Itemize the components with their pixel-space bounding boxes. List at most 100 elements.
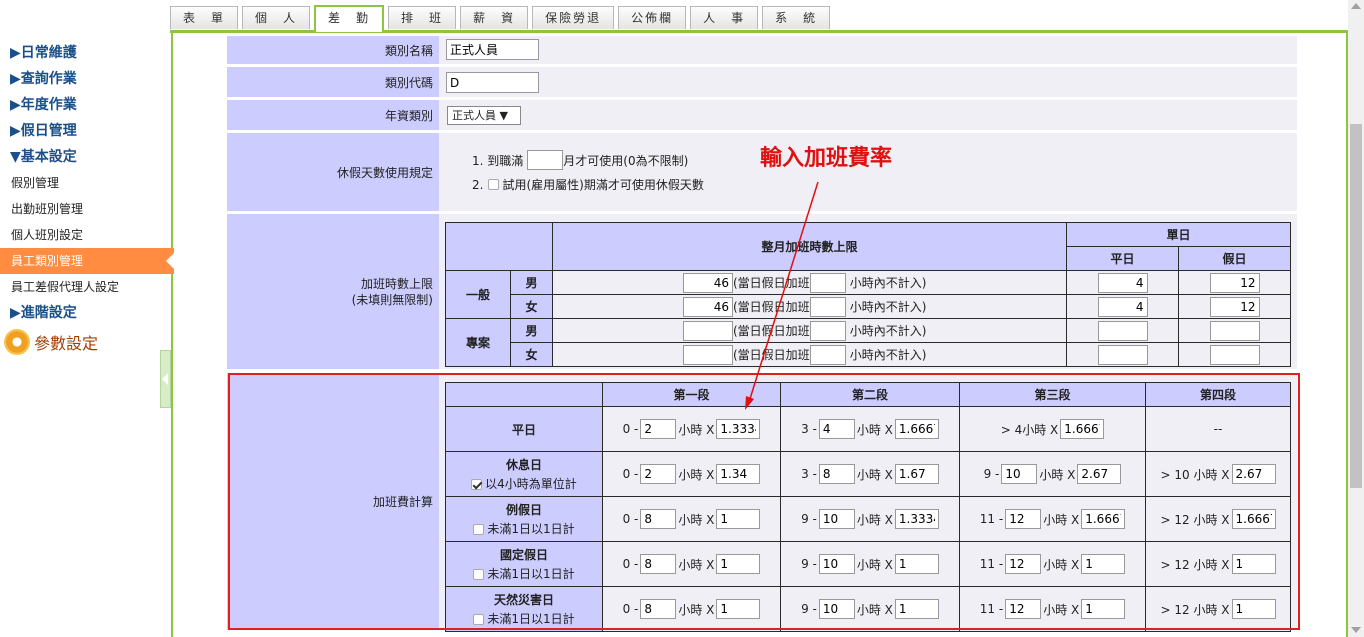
stage1-rate-input[interactable] (716, 509, 761, 529)
weekday-limit-input[interactable] (1097, 272, 1148, 293)
month-limit-input[interactable] (683, 344, 733, 365)
holiday-limit-input[interactable] (1209, 344, 1260, 365)
scrollbar-thumb[interactable] (1350, 124, 1362, 488)
tab-system[interactable]: 系 統 (762, 6, 831, 29)
nav-leave-types[interactable]: 假別管理 (0, 170, 172, 196)
tab-attendance[interactable]: 差 勤 (314, 5, 385, 32)
stage3-hours-input[interactable] (1005, 554, 1042, 574)
nav-daily-maintenance[interactable]: ▶日常維護 (0, 40, 172, 66)
stage3-prefix: 11 - (979, 602, 1004, 616)
stage3-rate-input[interactable] (1060, 419, 1105, 439)
ot-row-title: 國定假日 未滿1日以1日計 (445, 541, 603, 587)
stage1-hours-input[interactable] (640, 599, 677, 619)
seniority-select[interactable]: 正式人員 ▼ (447, 106, 521, 125)
stage3-rate-input[interactable] (1077, 464, 1122, 484)
tab-insurance[interactable]: 保險勞退 (532, 6, 615, 29)
stage2-hours-input[interactable] (818, 599, 855, 619)
gender-female: 女 (510, 294, 553, 319)
seniority-label: 年資類別 (227, 100, 439, 130)
ot-limit-sublabel: (未填則無限制) (351, 292, 433, 307)
gear-icon (6, 331, 28, 353)
stage2-rate-input[interactable] (894, 509, 939, 529)
month-limit-input[interactable] (683, 272, 733, 293)
col-stage-3: 第三段 (959, 382, 1146, 407)
nav-query[interactable]: ▶查詢作業 (0, 66, 172, 92)
category-code-input[interactable] (446, 72, 539, 93)
stage2-rate-input[interactable] (894, 464, 939, 484)
stage2-rate-input[interactable] (894, 419, 939, 439)
category-name-input[interactable] (446, 39, 539, 60)
stage1-hours-input[interactable] (640, 464, 677, 484)
leave-rule-2-num: 2. (472, 177, 484, 192)
tab-hr[interactable]: 人 事 (690, 6, 759, 29)
stage3-rate-input[interactable] (1081, 554, 1126, 574)
leave-rule-label: 休假天數使用規定 (227, 133, 439, 211)
stage1-rate-input[interactable] (716, 464, 761, 484)
tab-payroll[interactable]: 薪 資 (460, 6, 529, 29)
stage4-rate-input[interactable] (1231, 464, 1276, 484)
probation-checkbox[interactable] (488, 179, 500, 190)
stage3-hours-input[interactable] (1005, 509, 1042, 529)
nav-basic-settings[interactable]: ▼基本設定 (0, 144, 172, 170)
stage1-hours-input[interactable] (640, 509, 677, 529)
nav-parameters-label: 參數設定 (34, 334, 99, 353)
stage2-hours-input[interactable] (818, 554, 855, 574)
weekday-limit-input[interactable] (1097, 344, 1148, 365)
note-suffix: 小時內不計入) (849, 300, 927, 314)
holiday-limit-input[interactable] (1209, 296, 1260, 317)
nav-advanced[interactable]: ▶進階設定 (0, 300, 172, 326)
ot-rate-table: 第一段 第二段 第三段 第四段 平日0 -小時 X3 -小時 X> 4小時 X-… (445, 382, 1291, 632)
stage3-hours-input[interactable] (1001, 464, 1038, 484)
tab-bulletin[interactable]: 公佈欄 (618, 6, 687, 29)
stage2-rate-input[interactable] (894, 554, 939, 574)
stage2-hours-input[interactable] (818, 464, 855, 484)
stage4-rate-input[interactable] (1231, 554, 1276, 574)
stage3-hours-input[interactable] (1005, 599, 1042, 619)
month-limit-input[interactable] (683, 320, 733, 341)
unit-checkbox[interactable] (471, 479, 483, 490)
nav-parameters[interactable]: 參數設定 (0, 326, 172, 358)
unit-checkbox[interactable] (473, 524, 485, 535)
stage3-rate-input[interactable] (1081, 509, 1126, 529)
row-category-name: 類別名稱 (227, 36, 1297, 64)
weekday-limit-input[interactable] (1097, 320, 1148, 341)
ot-row-name: 平日 (511, 422, 536, 437)
unit-checkbox[interactable] (473, 614, 485, 625)
stage4-prefix: > 12 小時 X (1160, 602, 1230, 617)
nav-personal-shift[interactable]: 個人班別設定 (0, 222, 172, 248)
holiday-limit-input[interactable] (1209, 320, 1260, 341)
stage1-rate-input[interactable] (716, 554, 761, 574)
tab-forms[interactable]: 表 單 (170, 6, 239, 29)
scroll-down-icon[interactable] (1351, 627, 1361, 633)
nav-leave-agent[interactable]: 員工差假代理人設定 (0, 274, 172, 300)
app-window: 表 單 個 人 差 勤 排 班 薪 資 保險勞退 公佈欄 人 事 系 統 ▶日常… (0, 0, 1364, 637)
tab-scheduling[interactable]: 排 班 (388, 6, 457, 29)
ot-calc-label: 加班費計算 (227, 373, 439, 630)
unit-checkbox[interactable] (473, 569, 485, 580)
stage1-rate-input[interactable] (716, 599, 761, 619)
months-input[interactable] (527, 150, 564, 170)
tab-personal[interactable]: 個 人 (242, 6, 311, 29)
stage2-hours-input[interactable] (818, 419, 855, 439)
stage2-hours-input[interactable] (818, 509, 855, 529)
stage1-hours-input[interactable] (640, 554, 677, 574)
weekday-limit-input[interactable] (1097, 296, 1148, 317)
nav-holiday[interactable]: ▶假日管理 (0, 118, 172, 144)
collapse-sidebar-handle[interactable] (160, 350, 171, 408)
stage4-rate-input[interactable] (1231, 599, 1276, 619)
stage1-rate-input[interactable] (716, 419, 761, 439)
stage4-rate-input[interactable] (1231, 509, 1276, 529)
stage1-hours-input[interactable] (640, 419, 677, 439)
holiday-limit-input[interactable] (1209, 272, 1260, 293)
category-code-label: 類別代碼 (227, 67, 439, 97)
nav-shift-types[interactable]: 出勤班別管理 (0, 196, 172, 222)
scroll-up-icon[interactable] (1351, 3, 1361, 9)
nav-yearly[interactable]: ▶年度作業 (0, 92, 172, 118)
stage2-rate-input[interactable] (894, 599, 939, 619)
stage2-unit: 小時 X (856, 602, 893, 617)
ot-limit-table: 整月加班時數上限 單日 平日 假日 一般 男 (當日假日加班小時內不計入) 女 … (445, 222, 1291, 367)
nav-employee-category[interactable]: 員工類別管理 (0, 248, 174, 274)
month-limit-input[interactable] (683, 296, 733, 317)
stage1-unit: 小時 X (678, 512, 715, 527)
stage3-rate-input[interactable] (1081, 599, 1126, 619)
